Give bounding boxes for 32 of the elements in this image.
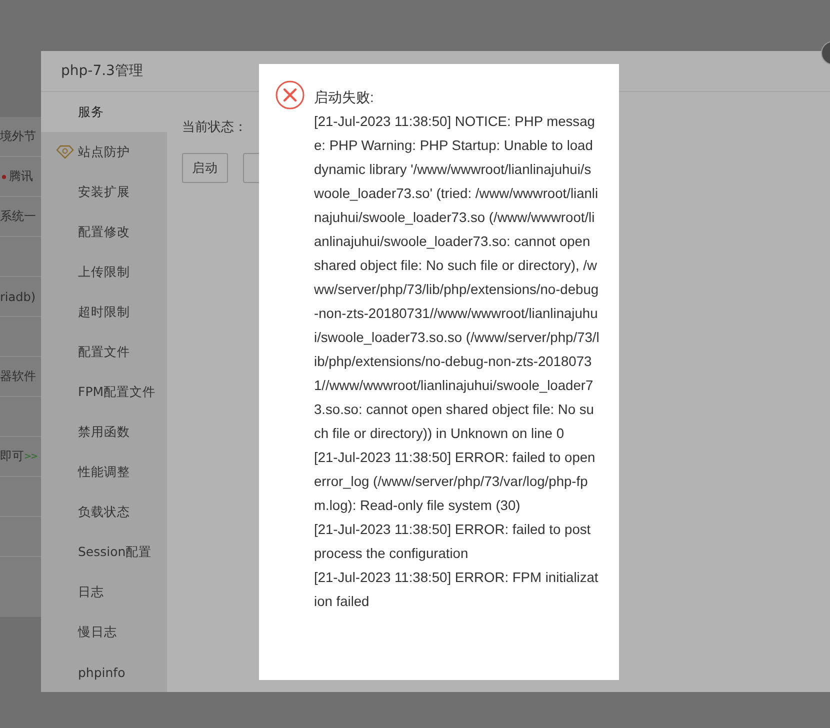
menu-item[interactable]: 负载状态 [41, 492, 167, 532]
start-button[interactable]: 启动 [182, 153, 228, 183]
menu-item[interactable]: 配置文件 [41, 332, 167, 372]
log-line: [21-Jul-2023 11:38:50] NOTICE: PHP message: PHP Warning: PHP Startup: Unable to load dynamic library '/www/wwwroot/lianlinajuhui/swoole_loader73.so' (tried: /www/wwwroot/lianlinajuhui/swoole_loader73.so (/www/wwwroot/lianlinajuhui/swoole_loader73.so: cannot open shared object file: No such file or directory), /www/server/php/73/lib/php/extensions/no-debug-non-zts-20180731//www/wwwroot/lianlinajuhui/swoole_loader73.so.so (/www/server/php/73/lib/php/extensions/no-debug-non-zts-20180731//www/wwwroot/lianlinajuhui/swoole_loader73.so.so: cannot open shared object file: No such file or directory)) in Unknown on line 0 [314, 113, 600, 443]
row-text: 器软件 [0, 368, 36, 385]
menu-item[interactable]: 性能调整 [41, 452, 167, 492]
menu-item[interactable]: FPM配置文件 [41, 372, 167, 412]
status-dot [2, 174, 6, 178]
alert-title: 启动失败: [314, 89, 375, 107]
menu-item[interactable]: 禁用函数 [41, 412, 167, 452]
menu-item[interactable]: 站点防护 [41, 132, 167, 172]
menu-item[interactable]: phpinfo [41, 652, 167, 692]
status-label: 当前状态： [182, 119, 248, 136]
menu-item[interactable]: 超时限制 [41, 292, 167, 332]
log-line: [21-Jul-2023 11:38:50] ERROR: failed to open error_log (/www/server/php/73/var/log/php-fpm.log): Read-only file system (30) [314, 449, 596, 515]
error-icon [275, 80, 305, 110]
menu-item[interactable]: 安装扩展 [41, 172, 167, 212]
log-line: [21-Jul-2023 11:38:50] ERROR: failed to post process the configuration [314, 521, 592, 563]
row-text: riadb) [0, 290, 36, 304]
menu-item[interactable]: Session配置 [41, 532, 167, 572]
menu-item[interactable]: 服务 [41, 92, 167, 132]
menu-item[interactable]: 上传限制 [41, 252, 167, 292]
dialog-title: php-7.3管理 [61, 62, 143, 80]
diamond-icon [56, 145, 74, 159]
row-text: 境外节 [0, 128, 36, 145]
menu-item[interactable]: 慢日志 [41, 612, 167, 652]
row-text: 腾讯 [9, 168, 33, 185]
row-text: 即可 [0, 448, 24, 465]
log-line: [21-Jul-2023 11:38:50] ERROR: FPM initialization failed [314, 569, 600, 611]
menu-item[interactable]: 日志 [41, 572, 167, 612]
row-text: 系统一 [0, 208, 36, 225]
menu-item[interactable]: 配置修改 [41, 212, 167, 252]
